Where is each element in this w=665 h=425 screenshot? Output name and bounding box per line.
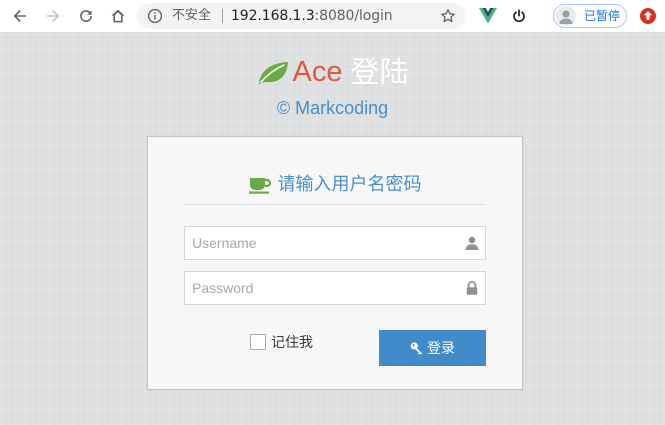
profile-status: 已暂停 (584, 9, 621, 23)
power-extension-button[interactable] (507, 4, 531, 28)
lock-icon (466, 281, 478, 295)
brand-title: 登陆 (350, 55, 409, 89)
profile-paused-chip[interactable]: 已暂停 (553, 4, 627, 28)
forward-button[interactable] (41, 4, 65, 28)
key-icon (410, 342, 423, 355)
security-status[interactable]: 不安全 (172, 8, 211, 24)
reload-button[interactable] (74, 4, 98, 28)
leaf-icon (258, 62, 288, 84)
arrow-left-icon (13, 9, 26, 23)
info-icon[interactable] (147, 8, 163, 24)
login-button[interactable]: 登录 (379, 330, 486, 366)
avatar (556, 6, 576, 26)
brand-header: Ace 登陆 (0, 55, 665, 89)
user-icon (465, 236, 479, 250)
login-heading: 请输入用户名密码 (277, 174, 422, 195)
password-field[interactable] (184, 271, 486, 305)
star-icon[interactable] (440, 8, 456, 24)
remember-checkbox[interactable] (250, 334, 266, 350)
password-input[interactable] (185, 272, 455, 304)
update-button[interactable] (636, 4, 660, 28)
reload-icon (80, 10, 92, 22)
browser-toolbar: 不安全 192.168.1.3:8080/login 已暂停 (0, 0, 665, 33)
login-box: 请输入用户名密码 记住我 登录 (147, 136, 523, 390)
brand-name: Ace (292, 56, 343, 88)
vue-devtools-button[interactable] (476, 4, 500, 28)
power-icon (513, 9, 525, 23)
remember-label: 记住我 (271, 335, 313, 351)
username-field[interactable] (184, 226, 486, 260)
login-header: 请输入用户名密码 (184, 173, 486, 205)
coffee-cup-icon (248, 178, 271, 194)
back-button[interactable] (8, 4, 32, 28)
remember-me[interactable]: 记住我 (250, 333, 313, 351)
url-path: :8080/login (314, 8, 393, 24)
url-text[interactable]: 192.168.1.3:8080/login (231, 7, 393, 25)
address-bar[interactable]: 不安全 192.168.1.3:8080/login (137, 3, 465, 29)
username-input[interactable] (185, 227, 455, 259)
home-icon (111, 9, 125, 23)
update-arrow-icon (640, 8, 656, 24)
vue-logo-icon (479, 8, 497, 24)
omnibox-separator (222, 9, 223, 23)
login-button-label: 登录 (427, 341, 455, 357)
arrow-right-icon (47, 9, 60, 23)
home-button[interactable] (106, 4, 130, 28)
profile-avatar-icon (559, 10, 573, 24)
copyright-text: © Markcoding (276, 98, 389, 118)
url-host: 192.168.1.3 (231, 8, 315, 24)
